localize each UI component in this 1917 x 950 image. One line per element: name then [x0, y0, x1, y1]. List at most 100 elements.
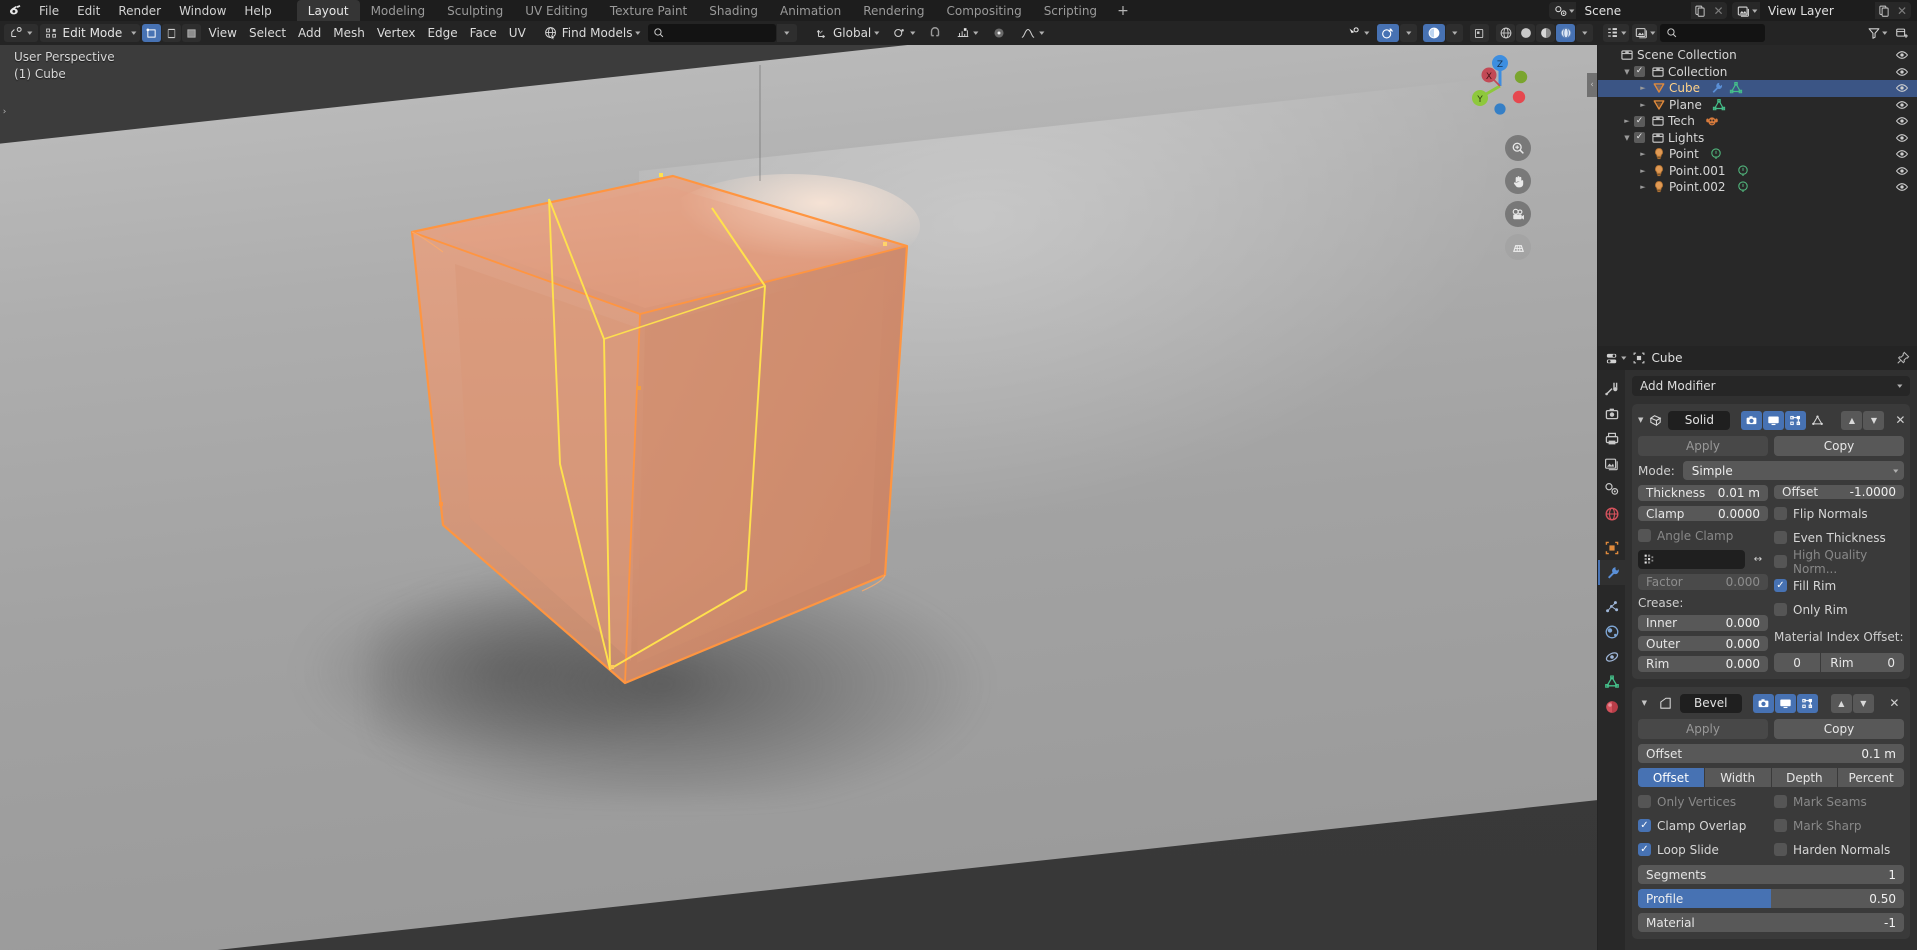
viewport-menu-mesh[interactable]: Mesh: [327, 24, 371, 42]
viewport-menu-select[interactable]: Select: [243, 24, 292, 42]
blender-logo-icon[interactable]: [0, 0, 30, 21]
menu-render[interactable]: Render: [109, 0, 170, 21]
crease-inner-field[interactable]: Inner 0.000: [1638, 615, 1768, 631]
properties-editor[interactable]: ▾ Cube Add Modifier ▾ ▼ Solid ▲ ▼ ✕ Appl…: [1598, 346, 1917, 950]
add-modifier-button[interactable]: Add Modifier ▾: [1632, 376, 1910, 396]
viewport-toolbar-toggle[interactable]: ›: [0, 101, 9, 123]
xray-dropdown-icon[interactable]: ▾: [1446, 24, 1463, 42]
outliner-row-collection[interactable]: ▼ ✓ Collection: [1598, 64, 1917, 81]
transform-orientation-dropdown[interactable]: Global ▾: [809, 24, 885, 42]
properties-physics-tab-icon[interactable]: [1598, 619, 1625, 644]
interaction-mode-dropdown[interactable]: Edit Mode ▾: [39, 24, 140, 42]
navigation-gizmo[interactable]: Z X Y: [1463, 49, 1537, 123]
viewport-shading-options-icon[interactable]: [1470, 24, 1489, 42]
disclosure-closed-icon[interactable]: ►: [1620, 117, 1634, 125]
bevel-offset-field[interactable]: Offset 0.1 m: [1638, 744, 1904, 763]
expand-triangle-icon[interactable]: ▼: [1638, 699, 1651, 707]
properties-modifier-tab-icon[interactable]: [1598, 560, 1625, 585]
visibility-eye-icon[interactable]: [1895, 48, 1909, 62]
workspace-tab-uv-editing[interactable]: UV Editing: [514, 0, 599, 21]
pan-view-icon[interactable]: [1505, 168, 1531, 194]
modifier-properties-panel[interactable]: Add Modifier ▾ ▼ Solid ▲ ▼ ✕ Apply Copy …: [1625, 370, 1917, 950]
overlays-icon[interactable]: [1377, 24, 1399, 42]
menu-edit[interactable]: Edit: [68, 0, 109, 21]
visibility-eye-icon[interactable]: [1895, 65, 1909, 79]
width-type-depth-button[interactable]: Depth: [1771, 768, 1838, 787]
apply-modifier-button[interactable]: Apply: [1638, 719, 1768, 739]
scene-name-field[interactable]: Scene: [1576, 2, 1692, 19]
render-visibility-icon[interactable]: [1752, 693, 1774, 713]
copy-modifier-button[interactable]: Copy: [1774, 719, 1904, 739]
width-type-percent-button[interactable]: Percent: [1838, 768, 1904, 787]
modifier-display-toggles[interactable]: [1741, 410, 1829, 430]
workspace-tab-layout[interactable]: Layout: [296, 0, 360, 21]
add-workspace-button[interactable]: +: [1108, 0, 1138, 21]
outliner-row-scene-collection[interactable]: Scene Collection: [1598, 47, 1917, 64]
outliner-row-point[interactable]: ► Point: [1598, 146, 1917, 163]
visibility-eye-icon[interactable]: [1895, 81, 1909, 95]
outliner-search-input[interactable]: [1660, 24, 1765, 42]
invert-arrows-icon[interactable]: ↔: [1748, 550, 1768, 569]
realtime-visibility-icon[interactable]: [1763, 410, 1785, 430]
remove-modifier-button[interactable]: ✕: [1885, 694, 1904, 713]
workspace-tab-rendering[interactable]: Rendering: [852, 0, 935, 21]
profile-slider[interactable]: Profile 0.50: [1638, 889, 1904, 908]
workspace-tab-scripting[interactable]: Scripting: [1033, 0, 1108, 21]
solidify-mode-dropdown[interactable]: Simple ▾: [1682, 461, 1904, 480]
unlink-view-layer-icon[interactable]: ✕: [1893, 2, 1911, 19]
properties-tool-tab-icon[interactable]: [1598, 376, 1625, 401]
disclosure-closed-icon[interactable]: ►: [1636, 150, 1650, 158]
properties-particles-tab-icon[interactable]: [1598, 594, 1625, 619]
bevel-material-field[interactable]: Material -1: [1638, 913, 1904, 932]
apply-modifier-button[interactable]: Apply: [1638, 436, 1768, 456]
viewport-nav-buttons[interactable]: [1505, 135, 1531, 260]
mesh-data-icon[interactable]: [1712, 98, 1726, 112]
vertex-group-row[interactable]: ↔: [1638, 550, 1768, 570]
disclosure-closed-icon[interactable]: ►: [1636, 101, 1650, 109]
view-layer-name-field[interactable]: View Layer: [1760, 2, 1875, 19]
proportional-falloff-dropdown[interactable]: ▾: [1014, 24, 1050, 42]
harden-normals-checkbox[interactable]: Harden Normals: [1774, 840, 1904, 859]
width-type-width-button[interactable]: Width: [1704, 768, 1771, 787]
viewport-menu-face[interactable]: Face: [464, 24, 503, 42]
3d-viewport[interactable]: ▾ Edit Mode ▾ View Select Add Mesh Verte…: [0, 21, 1597, 950]
outliner-row-point-002[interactable]: ► Point.002: [1598, 179, 1917, 196]
material-preview-shading-icon[interactable]: [1536, 24, 1555, 42]
properties-view-layer-tab-icon[interactable]: [1598, 451, 1625, 476]
segments-field[interactable]: Segments 1: [1638, 865, 1904, 884]
point-light-data-icon[interactable]: [1736, 180, 1750, 194]
point-light-data-icon[interactable]: [1736, 164, 1750, 178]
move-modifier-down-button[interactable]: ▼: [1863, 410, 1885, 430]
pin-icon[interactable]: [1896, 351, 1910, 365]
gizmo-toggle-button[interactable]: ▾: [1340, 24, 1375, 42]
viewport-menu-add[interactable]: Add: [292, 24, 327, 42]
disclosure-closed-icon[interactable]: ►: [1636, 84, 1650, 92]
visibility-eye-icon[interactable]: [1895, 147, 1909, 161]
outliner-row-point-001[interactable]: ► Point.001: [1598, 163, 1917, 180]
view-layer-id-block[interactable]: ▾ View Layer ✕: [1732, 2, 1911, 19]
visibility-eye-icon[interactable]: [1895, 180, 1909, 194]
viewport-menu-edge[interactable]: Edge: [421, 24, 463, 42]
mark-sharp-checkbox[interactable]: Mark Sharp: [1774, 816, 1904, 835]
properties-scene-tab-icon[interactable]: [1598, 476, 1625, 501]
menu-help[interactable]: Help: [235, 0, 280, 21]
edge-select-icon[interactable]: [161, 24, 181, 42]
pivot-point-dropdown[interactable]: ▾: [887, 24, 921, 42]
zoom-view-icon[interactable]: [1505, 135, 1531, 161]
snap-magnet-icon[interactable]: [922, 24, 948, 42]
find-models-addon-button[interactable]: Find Models ▾: [538, 24, 646, 42]
properties-output-tab-icon[interactable]: [1598, 426, 1625, 451]
modifier-reorder-buttons[interactable]: ▲ ▼: [1830, 693, 1874, 713]
viewport-menu-uv[interactable]: UV: [503, 24, 532, 42]
workspace-tab-modeling[interactable]: Modeling: [360, 0, 437, 21]
find-models-search-input[interactable]: [647, 24, 776, 42]
clamp-overlap-checkbox[interactable]: Clamp Overlap: [1638, 816, 1768, 835]
vertex-select-icon[interactable]: [141, 24, 161, 42]
view-layer-browse-button[interactable]: ▾: [1732, 2, 1760, 19]
fill-rim-checkbox[interactable]: Fill Rim: [1774, 576, 1904, 595]
face-select-icon[interactable]: [181, 24, 201, 42]
width-type-offset-button[interactable]: Offset: [1638, 768, 1704, 787]
material-index-rim-field[interactable]: Rim 0: [1821, 653, 1904, 672]
mark-seams-checkbox[interactable]: Mark Seams: [1774, 792, 1904, 811]
visibility-eye-icon[interactable]: [1895, 131, 1909, 145]
